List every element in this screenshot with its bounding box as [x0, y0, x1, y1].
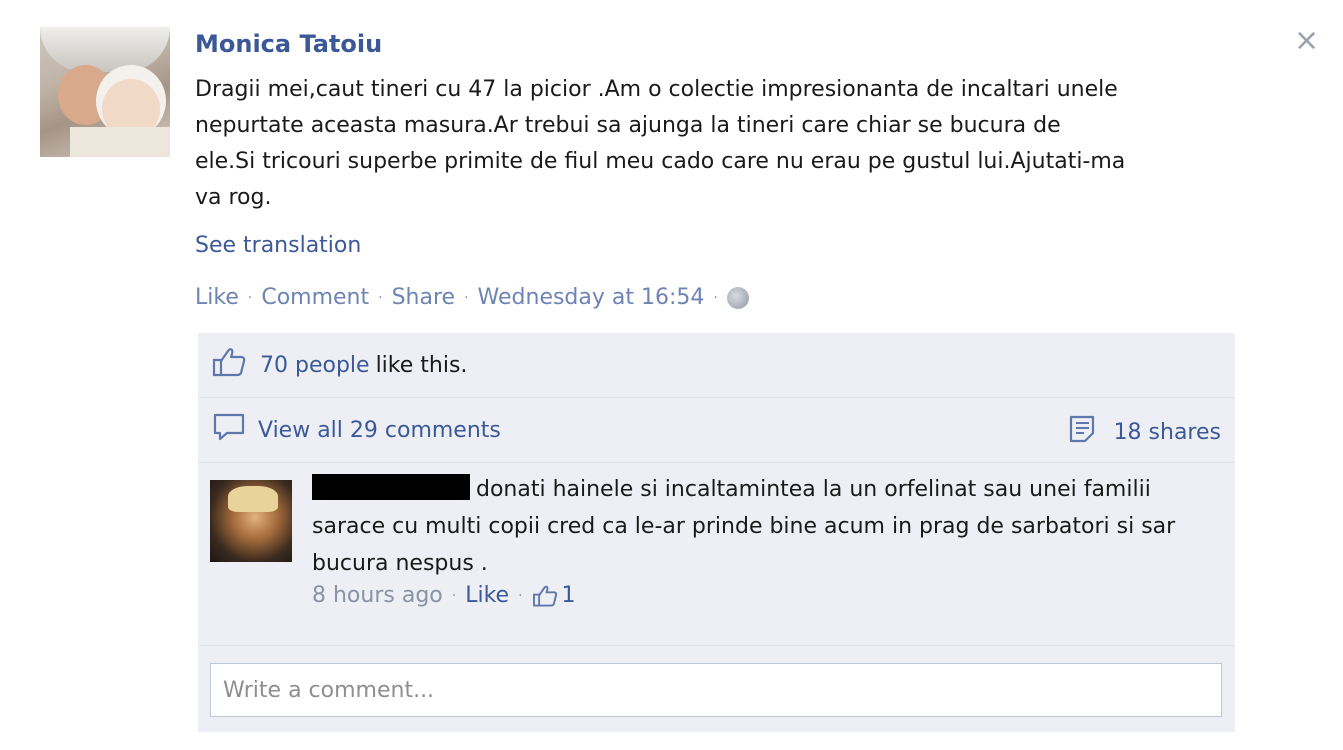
like-link[interactable]: Like: [195, 285, 239, 310]
separator: ·: [451, 587, 457, 604]
separator: ·: [247, 289, 253, 306]
feed-story: Monica Tatoiu × Dragii mei,caut tineri c…: [0, 0, 1343, 750]
see-translation-link[interactable]: See translation: [195, 233, 361, 258]
author-avatar[interactable]: [40, 27, 170, 157]
avatar-dress: [70, 127, 170, 157]
like-count-value: 1: [561, 583, 576, 608]
speech-bubble-icon: [212, 412, 246, 448]
globe-icon[interactable]: [726, 286, 749, 309]
redacted-commenter-name: [312, 474, 470, 500]
commenter-avatar[interactable]: [210, 480, 292, 562]
ufi-panel: 70 people like this. View all 29 comment…: [198, 333, 1235, 732]
post-timestamp[interactable]: Wednesday at 16:54: [478, 285, 705, 310]
likers-link[interactable]: 70 people: [260, 353, 370, 378]
shares-link[interactable]: 18 shares: [1068, 414, 1221, 450]
likes-row: 70 people like this.: [198, 333, 1235, 398]
share-icon: [1068, 414, 1100, 450]
write-comment-input[interactable]: [210, 663, 1222, 717]
view-all-comments-link[interactable]: View all 29 comments: [258, 418, 501, 443]
share-link[interactable]: Share: [392, 285, 456, 310]
close-icon[interactable]: ×: [1294, 26, 1319, 56]
post-text: Dragii mei,caut tineri cu 47 la picior .…: [195, 77, 1126, 210]
post-actions: Like · Comment · Share · Wednesday at 16…: [195, 285, 749, 310]
separator: ·: [464, 289, 469, 306]
comment-like-link[interactable]: Like: [465, 583, 509, 608]
comment-time[interactable]: 8 hours ago: [312, 583, 443, 608]
comment-meta: 8 hours ago · Like · 1: [312, 583, 576, 608]
shares-count: 18 shares: [1113, 419, 1221, 445]
write-comment-row: [198, 646, 1235, 732]
comment-like-count[interactable]: 1: [532, 583, 576, 608]
separator: ·: [378, 289, 383, 306]
avatar-hair: [228, 486, 278, 512]
separator: ·: [713, 289, 718, 306]
likes-suffix: like this.: [375, 352, 468, 378]
comment-item: donati hainele si incaltamintea la un or…: [198, 463, 1235, 646]
comments-row: View all 29 comments 18 shares: [198, 398, 1235, 463]
thumbs-up-icon: [212, 347, 246, 383]
thumbs-up-icon: [532, 585, 557, 606]
author-name[interactable]: Monica Tatoiu: [195, 30, 382, 58]
comment-body: donati hainele si incaltamintea la un or…: [312, 471, 1212, 582]
separator: ·: [518, 587, 523, 604]
comment-link[interactable]: Comment: [261, 285, 369, 310]
avatar-hat: [40, 27, 170, 72]
